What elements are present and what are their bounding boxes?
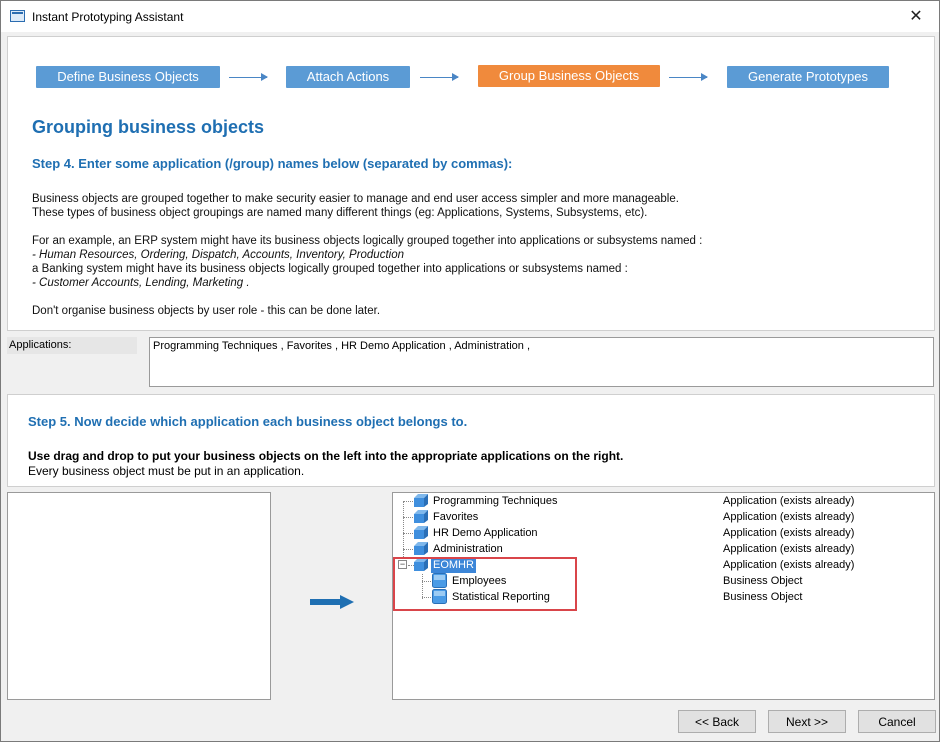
tree-item-kind: Application (exists already) [723,495,855,507]
applications-label: Applications: [7,337,137,354]
title-bar: Instant Prototyping Assistant ✕ [1,1,939,32]
step5-panel: Step 5. Now decide which application eac… [7,394,935,487]
window-title: Instant Prototyping Assistant [32,10,184,24]
tree-row-hr-demo-application[interactable]: HR Demo Application Application (exists … [393,525,933,541]
application-cube-icon [414,494,428,507]
tree-item-kind: Application (exists already) [723,511,855,523]
page-title: Grouping business objects [32,117,265,137]
unassigned-objects-list[interactable] [7,492,271,700]
window-app-icon [10,10,25,22]
intro-erp-examples: - Human Resources, Ordering, Dispatch, A… [32,249,404,261]
tree-row-favorites[interactable]: Favorites Application (exists already) [393,509,933,525]
step-define-business-objects[interactable]: Define Business Objects [36,66,220,88]
step-generate-prototypes[interactable]: Generate Prototypes [727,66,889,88]
tree-item-kind: Application (exists already) [723,559,855,571]
tree-row-programming-techniques[interactable]: Programming Techniques Application (exis… [393,493,933,509]
step-group-business-objects[interactable]: Group Business Objects [478,65,660,87]
cancel-button[interactable]: Cancel [858,710,936,733]
step-arrow-1 [229,73,268,81]
tree-row-administration[interactable]: Administration Application (exists alrea… [393,541,933,557]
back-button[interactable]: << Back [678,710,756,733]
move-right-arrow-icon[interactable] [310,595,354,609]
tree-item-kind: Business Object [723,591,803,603]
instructions-panel: Define Business Objects Attach Actions G… [7,36,935,331]
intro-paragraph-5: a Banking system might have its business… [32,263,628,275]
step5-heading: Step 5. Now decide which application eac… [28,414,468,429]
application-cube-icon [414,542,428,555]
step-attach-actions[interactable]: Attach Actions [286,66,410,88]
close-icon[interactable]: ✕ [893,1,939,32]
tree-item-label: Favorites [433,511,479,523]
tree-item-label: Administration [433,543,503,555]
application-cube-icon [414,510,428,523]
tree-item-label: HR Demo Application [433,527,538,539]
step-arrow-2 [420,73,459,81]
drag-instruction: Use drag and drop to put your business o… [28,449,624,463]
step-arrow-3 [669,73,708,81]
application-cube-icon [414,526,428,539]
tree-item-label: Programming Techniques [433,495,558,507]
assistant-window: Instant Prototyping Assistant ✕ Define B… [0,0,940,742]
tree-item-kind: Business Object [723,575,803,587]
intro-paragraph-7: Don't organise business objects by user … [32,305,381,317]
intro-banking-examples: - Customer Accounts, Lending, Marketing … [32,277,250,289]
eomhr-highlight-box [393,557,577,611]
tree-item-kind: Application (exists already) [723,543,855,555]
applications-input[interactable] [149,337,934,387]
next-button[interactable]: Next >> [768,710,846,733]
intro-paragraph-2: These types of business object groupings… [32,207,648,219]
tree-item-kind: Application (exists already) [723,527,855,539]
must-instruction: Every business object must be put in an … [28,464,305,478]
step4-heading: Step 4. Enter some application (/group) … [32,156,513,171]
intro-paragraph-1: Business objects are grouped together to… [32,193,679,205]
intro-paragraph-3: For an example, an ERP system might have… [32,235,703,247]
